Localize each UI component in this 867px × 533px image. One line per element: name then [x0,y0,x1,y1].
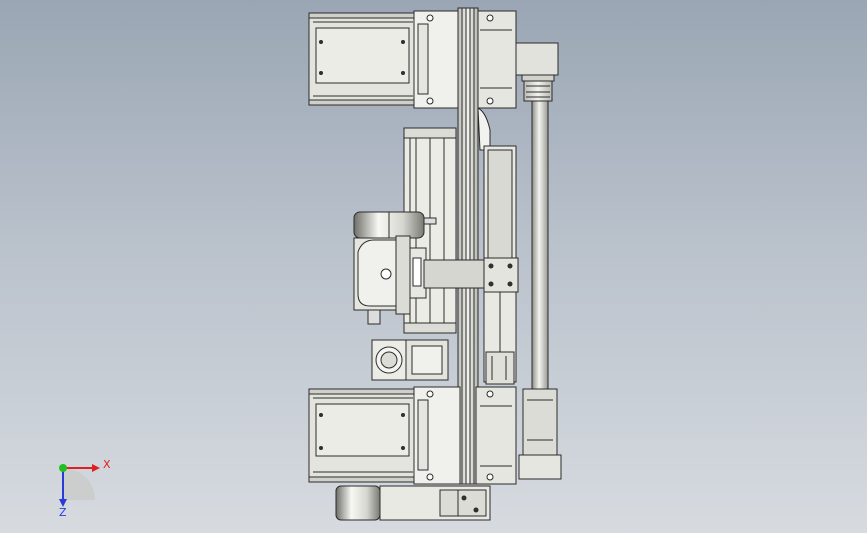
x-axis-arrowhead [92,464,100,472]
top-motor-housing [308,12,417,106]
bottom-end-plate [413,386,461,485]
top-right-coupling [515,42,559,102]
rail-transition-bracket [477,107,491,151]
drive-pulley [353,211,437,239]
z-axis-label: Z [59,506,67,519]
axis-triad: X Z [59,458,111,519]
triad-quadrant [63,468,95,500]
bottom-base-block [379,485,491,521]
y-axis-dot [59,464,67,472]
bottom-carriage-plate [475,386,517,485]
lower-small-motor [371,339,449,381]
bottom-pulley [335,485,381,521]
bottom-motor-housing [308,388,417,483]
bottom-right-servo [518,388,562,480]
x-axis-label: X [103,458,111,471]
main-vertical-rail [457,7,479,485]
horizontal-carriage-arm [423,257,519,293]
guide-rod [531,100,549,392]
top-end-plate [413,10,461,109]
cad-viewport[interactable]: X Z [0,0,867,533]
top-carriage-plate [475,10,517,109]
lower-right-bracket [485,351,515,385]
cad-model-drawing: X Z [59,7,562,521]
